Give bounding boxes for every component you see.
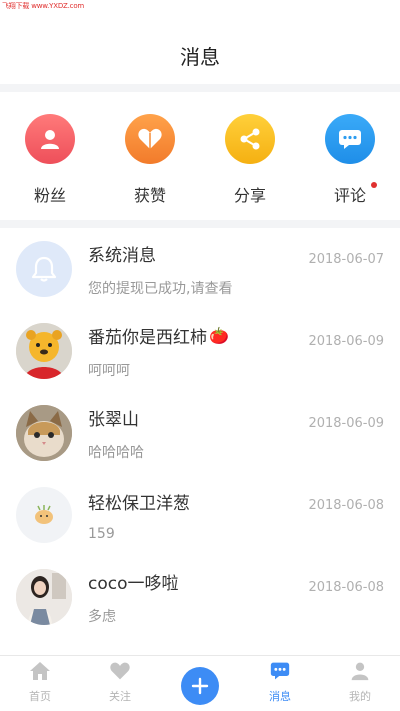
unread-dot [371,182,377,188]
avatar [16,569,72,625]
avatar [16,323,72,379]
watermark-text: 飞翔下载 www.YXDZ.com [2,2,85,10]
home-icon [29,661,51,685]
quick-action-label: 分享 [233,186,266,205]
bottom-tab-bar: 首页 关注 消息 我的 [0,655,400,711]
message-row[interactable]: 番茄你是西红柿 🍅 呵呵呵 2018-06-09 [0,310,400,392]
message-sender: 轻松保卫洋葱 [88,493,190,514]
bell-icon [16,241,72,297]
quick-action-comments[interactable]: 评论 [310,114,390,206]
message-sender: 番茄你是西红柿 [88,327,207,348]
message-row[interactable]: 张翠山 哈哈哈哈 2018-06-09 [0,392,400,474]
quick-action-likes[interactable]: 获赞 [110,114,190,206]
message-date: 2018-06-09 [308,334,384,349]
quick-action-label: 获赞 [133,186,166,205]
person-icon [25,114,75,164]
heart-icon [109,661,131,685]
page-title: 消息 [180,45,220,69]
chat-icon [269,661,291,685]
plus-icon [181,667,219,705]
tab-profile[interactable]: 我的 [325,656,395,704]
tab-messages[interactable]: 消息 [245,656,315,704]
chat-icon [325,114,375,164]
tab-label: 关注 [109,690,131,703]
quick-action-fans[interactable]: 粉丝 [10,114,90,206]
message-preview: 多虑 [88,608,116,625]
message-sender: coco一哆啦 [88,573,179,594]
message-row[interactable]: coco一哆啦 多虑 2018-06-08 [0,556,400,638]
message-date: 2018-06-09 [308,416,384,431]
message-list: 系统消息 您的提现已成功,请查看 2018-06-07 番茄你是西红柿 🍅 呵呵呵… [0,228,400,638]
message-preview: 159 [88,525,115,542]
quick-action-share[interactable]: 分享 [210,114,290,206]
tomato-emoji: 🍅 [209,325,229,345]
quick-action-label: 评论 [333,186,366,205]
message-preview: 哈哈哈哈 [88,444,144,461]
message-date: 2018-06-08 [308,498,384,513]
avatar [16,405,72,461]
message-preview: 您的提现已成功,请查看 [88,280,233,297]
message-date: 2018-06-08 [308,580,384,595]
message-row-system[interactable]: 系统消息 您的提现已成功,请查看 2018-06-07 [0,228,400,310]
quick-actions: 粉丝 获赞 分享 评论 [0,92,400,220]
message-date: 2018-06-07 [308,252,384,267]
message-row[interactable]: 轻松保卫洋葱 159 2018-06-08 [0,474,400,556]
tab-label: 我的 [349,690,371,703]
quick-action-label: 粉丝 [33,186,66,205]
heart-icon [125,114,175,164]
tab-publish[interactable] [165,656,235,705]
divider [0,220,400,228]
message-preview: 呵呵呵 [88,362,130,379]
divider [0,84,400,92]
tab-follow[interactable]: 关注 [85,656,155,704]
message-sender: 系统消息 [88,245,156,266]
message-sender: 张翠山 [88,409,139,430]
person-icon [349,661,371,685]
avatar [16,487,72,543]
share-icon [225,114,275,164]
page-header: 消息 [0,0,400,84]
tab-label: 首页 [29,690,51,703]
tab-home[interactable]: 首页 [5,656,75,704]
tab-label: 消息 [269,690,291,703]
